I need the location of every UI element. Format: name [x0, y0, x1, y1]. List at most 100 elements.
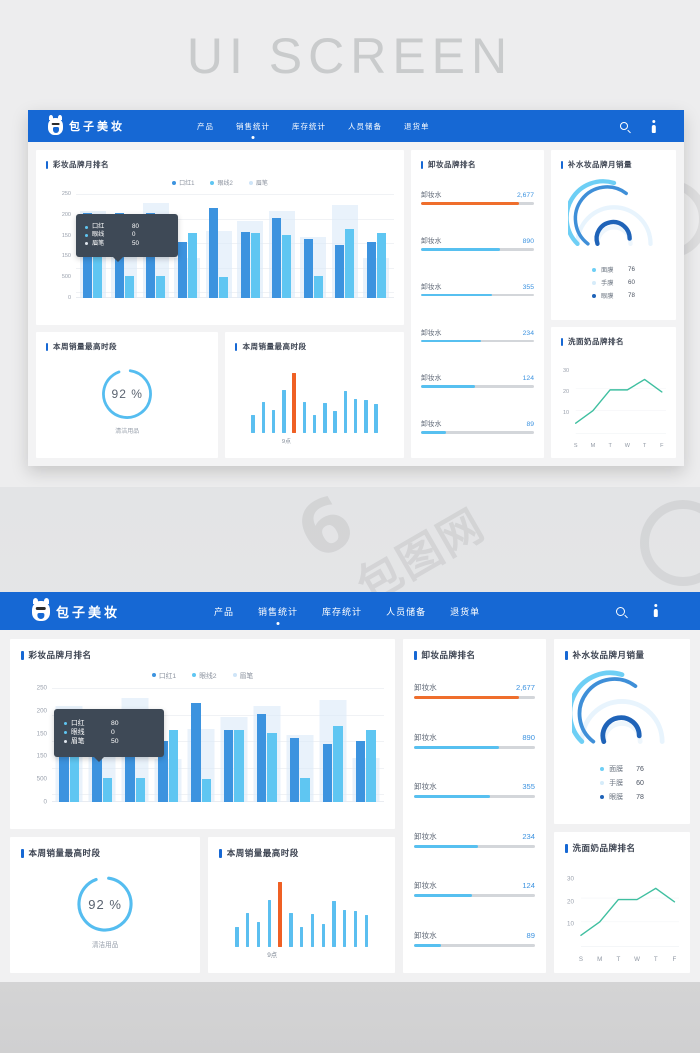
dashboard-body: 彩妆品牌月排名 口红1 眼线2 眉笔 250 200 150 150 500 0 [28, 142, 684, 466]
card-remover-brand-rank: 卸妆品牌排名 卸妆水 2,677 卸妆水 890 卸妆水 355 卸妆水 234 卸妆水 124 卸… [403, 639, 546, 973]
legend-value: 78 [628, 292, 635, 299]
bar-series-light [201, 779, 212, 802]
bar-group [203, 194, 235, 298]
card-title: 洗面奶品牌排名 [565, 842, 679, 854]
rank-track [421, 202, 534, 205]
legend-label: 口红1 [158, 673, 177, 680]
navbar-actions [616, 604, 660, 618]
bar-chart-plot: 250 200 150 150 500 0 口红 80 眼线 0 眉笔 50 [26, 685, 384, 816]
chart-tooltip: 口红 80 眼线 0 眉笔 50 [76, 214, 178, 263]
hour-bars: 9点 [219, 859, 384, 963]
rank-row[interactable]: 卸妆水 2,677 [414, 682, 535, 700]
rank-name: 卸妆水 [421, 283, 442, 291]
rank-value: 355 [522, 782, 535, 792]
rank-row[interactable]: 卸妆水 234 [421, 327, 534, 343]
rank-fill [421, 247, 501, 251]
rank-track [414, 844, 535, 848]
rank-row[interactable]: 卸妆水 124 [414, 880, 535, 898]
rank-row[interactable]: 卸妆水 89 [421, 418, 534, 434]
rank-row[interactable]: 卸妆水 355 [421, 281, 534, 297]
rank-row[interactable]: 卸妆水 355 [414, 781, 535, 799]
tooltip-value: 0 [111, 729, 115, 737]
brand-logo[interactable]: 包子美妆 [32, 597, 120, 621]
rank-head: 卸妆水 2,677 [421, 189, 534, 199]
bar-series-light [168, 730, 179, 802]
gauge-caption: 清洁用品 [115, 429, 140, 435]
nav-item-products[interactable]: 产品 [197, 121, 214, 132]
rank-row[interactable]: 卸妆水 890 [414, 732, 535, 749]
legend-item: 眼膜 78 [600, 792, 644, 802]
legend-item: 手膜 60 [592, 278, 635, 287]
bar-series-light [267, 732, 277, 802]
nav-item-staff[interactable]: 人员储备 [386, 605, 426, 618]
nav-item-stock-stats[interactable]: 库存统计 [292, 121, 326, 132]
legend-item: 口红1 [151, 670, 177, 680]
card-title: 本周销量最高时段 [46, 341, 208, 352]
rank-head: 卸妆水 355 [414, 781, 535, 792]
rank-head: 卸妆水 2,677 [414, 682, 535, 693]
rank-row[interactable]: 卸妆水 890 [421, 235, 534, 251]
user-icon[interactable] [651, 604, 660, 618]
bar-series-light [250, 232, 260, 298]
card-title: 彩妆品牌月排名 [21, 649, 384, 661]
legend-value: 60 [636, 779, 644, 787]
rank-row[interactable]: 卸妆水 89 [414, 930, 535, 947]
legend-label: 眼膜 [601, 293, 614, 300]
legend-item: 眉笔 [248, 178, 268, 187]
bar-series-dark [335, 244, 345, 298]
tooltip-label: 眉笔 [71, 738, 85, 746]
card-title: 卸妆品牌排名 [421, 159, 534, 170]
rank-head: 卸妆水 355 [421, 281, 534, 291]
nav-item-products[interactable]: 产品 [214, 605, 234, 618]
nav-item-sales-stats[interactable]: 销售统计 [236, 121, 270, 132]
card-hydrating-monthly-sales: 补水妆品牌月销量 面膜 76 手膜 60 眼膜 78 [554, 639, 690, 824]
y-tick: 10 [563, 409, 570, 416]
rank-row[interactable]: 卸妆水 2,677 [421, 189, 534, 205]
donut-gauge: 92 % [74, 873, 136, 935]
bar-group [316, 688, 349, 802]
search-icon[interactable] [616, 606, 625, 616]
rank-name: 卸妆水 [421, 329, 442, 337]
y-tick: 250 [61, 191, 71, 197]
hour-bar [312, 415, 317, 433]
y-tick: 20 [567, 898, 574, 906]
arc-legend: 面膜 76 手膜 60 眼膜 78 [600, 764, 644, 802]
bar-series-light [234, 730, 244, 802]
rank-track [421, 431, 534, 434]
bar-series-light [345, 228, 355, 298]
hour-bar [267, 900, 271, 947]
rank-value: 890 [522, 237, 534, 245]
nav-item-stock-stats[interactable]: 库存统计 [322, 605, 362, 618]
hour-bar [343, 391, 348, 433]
tooltip-row: 口红 80 [64, 719, 154, 728]
x-tick: S [578, 956, 584, 963]
hour-bar [256, 922, 261, 947]
hour-bar-label: 9点 [281, 439, 291, 445]
hour-bar [343, 909, 347, 947]
x-tick: M [590, 443, 596, 449]
navbar: 包子美妆 产品 销售统计 库存统计 人员储备 退货单 [28, 110, 684, 142]
bar-group [329, 194, 361, 298]
rank-head: 卸妆水 890 [414, 732, 535, 743]
card-makeup-brand-rank: 彩妆品牌月排名 口红1 眼线2 眉笔 250 200 150 150 500 0 [10, 639, 395, 829]
card-title: 卸妆品牌排名 [414, 649, 535, 661]
rank-row[interactable]: 卸妆水 234 [414, 831, 535, 848]
y-tick: 500 [36, 775, 47, 783]
tooltip-value: 80 [132, 223, 139, 230]
hour-bar [246, 913, 250, 947]
card-peak-hour-bars: 本周销量最高时段 9点 [225, 332, 405, 458]
user-icon[interactable] [650, 120, 658, 132]
rank-row[interactable]: 卸妆水 124 [421, 372, 534, 389]
nav-item-staff[interactable]: 人员储备 [348, 121, 382, 132]
brand-logo[interactable]: 包子美妆 [48, 114, 125, 135]
nav-item-returns[interactable]: 退货单 [450, 605, 480, 618]
nav-item-returns[interactable]: 退货单 [404, 121, 430, 132]
search-icon[interactable] [620, 122, 628, 130]
rank-track [421, 385, 534, 389]
legend-item: 手膜 60 [600, 778, 644, 788]
hour-bars: 9点 [235, 352, 394, 449]
card-title: 本周销量最高时段 [235, 341, 394, 352]
rank-name: 卸妆水 [414, 782, 437, 792]
nav-item-sales-stats[interactable]: 销售统计 [258, 605, 298, 618]
column-left: 彩妆品牌月排名 口红1 眼线2 眉笔 250 200 150 150 500 0 [10, 639, 396, 973]
